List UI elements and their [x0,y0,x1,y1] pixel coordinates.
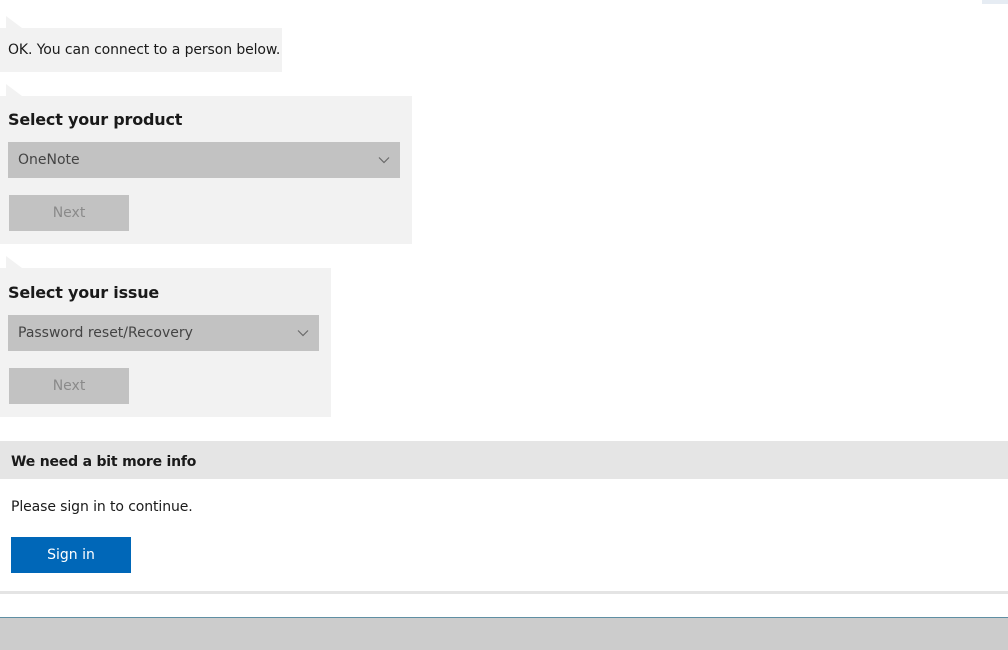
chat-input-bar[interactable] [0,617,1008,650]
info-panel-body: Please sign in to continue. [11,499,193,515]
issue-next-button[interactable]: Next [9,368,129,404]
chevron-down-icon [297,330,309,337]
issue-select-value: Password reset/Recovery [18,325,193,341]
window-corner-accent [982,0,1008,4]
product-next-button[interactable]: Next [9,195,129,231]
product-card-tail [6,84,22,96]
issue-select[interactable]: Password reset/Recovery [8,315,319,351]
info-panel-header: We need a bit more info [0,441,1008,479]
product-select-value: OneNote [18,152,80,168]
product-card: Select your product OneNote Next [0,96,412,244]
issue-card: Select your issue Password reset/Recover… [0,268,331,417]
chevron-down-icon [378,157,390,164]
product-card-title: Select your product [8,110,183,129]
divider [0,591,1008,594]
sign-in-button[interactable]: Sign in [11,537,131,573]
bot-message-text: OK. You can connect to a person below. [8,42,281,58]
issue-card-tail [6,256,22,268]
issue-card-title: Select your issue [8,283,160,302]
message-bubble-tail [6,16,22,28]
product-select[interactable]: OneNote [8,142,400,178]
bot-message-bubble: OK. You can connect to a person below. [0,28,282,72]
